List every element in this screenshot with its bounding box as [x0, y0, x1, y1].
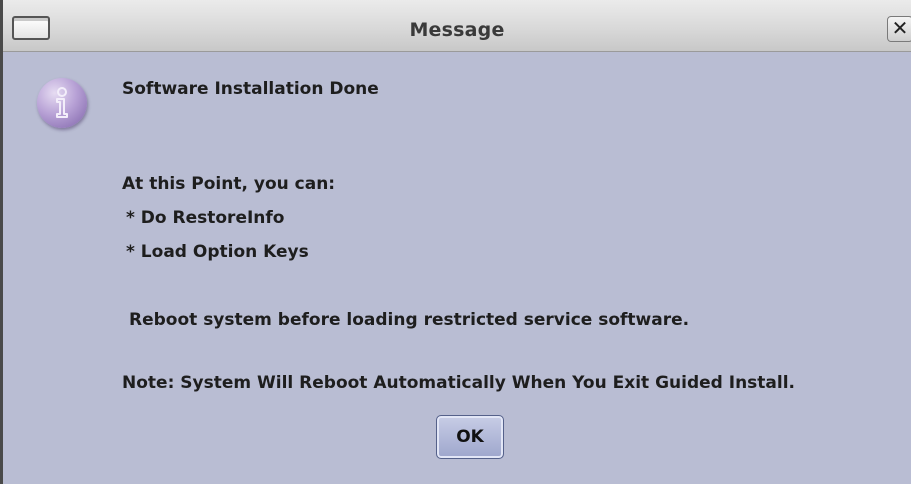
- information-icon: [37, 78, 87, 128]
- close-button[interactable]: ✕: [887, 16, 911, 42]
- message-intro: At this Point, you can:: [122, 174, 336, 194]
- option-item: * Load Option Keys: [126, 242, 309, 262]
- ok-button[interactable]: OK: [436, 415, 504, 459]
- message-dialog: Message ✕ Software Installation Done At …: [0, 0, 911, 484]
- option-item: * Do RestoreInfo: [126, 208, 285, 228]
- message-heading: Software Installation Done: [122, 79, 379, 99]
- close-icon: ✕: [891, 16, 909, 40]
- dialog-title: Message: [409, 19, 505, 41]
- reboot-note: Note: System Will Reboot Automatically W…: [122, 373, 795, 393]
- reboot-warning: Reboot system before loading restricted …: [129, 310, 690, 330]
- title-bar[interactable]: Message ✕: [3, 0, 911, 52]
